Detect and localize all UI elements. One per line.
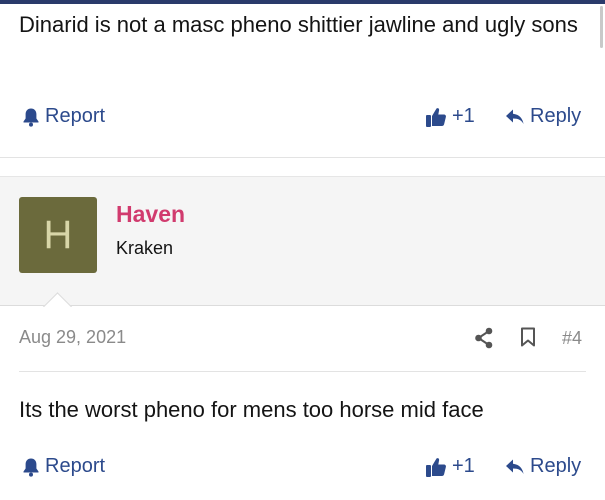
post-date[interactable]: Aug 29, 2021 [19, 327, 126, 348]
report-label: Report [45, 105, 106, 127]
avatar-letter: H [43, 212, 73, 257]
meta-divider [19, 371, 586, 372]
top-edge-bar [0, 0, 605, 4]
like-button[interactable]: +1 [425, 105, 475, 128]
reply-arrow-icon [506, 459, 524, 474]
reply-label: Reply [530, 455, 582, 477]
bell-icon [23, 458, 39, 477]
avatar[interactable]: H [19, 197, 97, 273]
post-body-text: Its the worst pheno for mens too horse m… [19, 397, 484, 422]
reply-button[interactable]: Reply [505, 105, 581, 128]
post-body-text: Dinarid is not a masc pheno shittier jaw… [19, 12, 578, 37]
thumbs-up-icon [426, 107, 446, 127]
share-icon[interactable] [474, 327, 494, 354]
reply-arrow-icon [506, 109, 524, 124]
bell-icon [23, 108, 39, 127]
post-divider [0, 157, 605, 158]
thumbs-up-icon [426, 457, 446, 477]
like-count: +1 [452, 105, 475, 127]
like-count: +1 [452, 455, 475, 477]
post-number-link[interactable]: #4 [562, 328, 582, 349]
author-pointer-notch [41, 289, 75, 307]
username-link[interactable]: Haven [116, 201, 185, 228]
report-button[interactable]: Report [22, 455, 105, 478]
like-button[interactable]: +1 [425, 455, 475, 478]
report-label: Report [45, 455, 106, 477]
scrollbar[interactable] [600, 6, 603, 48]
reply-button[interactable]: Reply [505, 455, 581, 478]
author-header: H Haven Kraken [0, 176, 605, 306]
report-button[interactable]: Report [22, 105, 105, 128]
user-title: Kraken [116, 238, 174, 258]
bookmark-icon[interactable] [520, 327, 536, 352]
reply-label: Reply [530, 105, 582, 127]
